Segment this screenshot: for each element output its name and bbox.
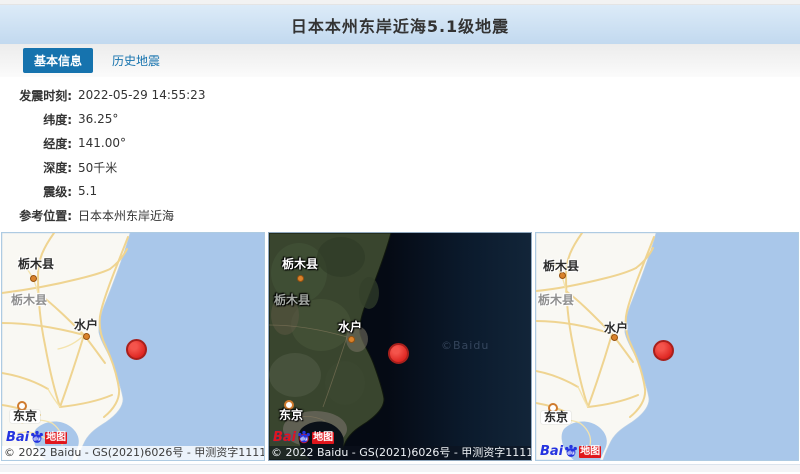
- map-label-tokyo: 东京: [10, 410, 40, 423]
- baidu-logo-text: Bai: [6, 431, 29, 444]
- map-label-mito: 水户: [604, 322, 628, 335]
- svg-text:du: du: [33, 437, 41, 443]
- map-label-mito: 水户: [338, 321, 362, 334]
- info-value: 36.25°: [78, 112, 118, 126]
- tab-basic-info[interactable]: 基本信息: [23, 48, 93, 73]
- map-label-tochigi-gray: 栃木县: [11, 294, 47, 307]
- map-label-tochigi: 栃木县: [18, 258, 54, 271]
- info-row-magnitude: 震级: 5.1: [0, 179, 800, 203]
- earthquake-info-panel: 发震时刻: 2022-05-29 14:55:23 纬度: 36.25° 经度:…: [0, 77, 800, 227]
- baidu-map-logo[interactable]: Bai du 地图: [540, 444, 601, 458]
- baidu-watermark: ©Baidu: [441, 339, 489, 352]
- map-label-tokyo: 东京: [541, 411, 571, 424]
- baidu-map-logo[interactable]: Bai du 地图: [273, 430, 334, 444]
- info-row-reference-location: 参考位置: 日本本州东岸近海: [0, 203, 800, 227]
- info-value: 141.00°: [78, 136, 126, 150]
- page-title: 日本本州东岸近海5.1级地震: [291, 13, 509, 37]
- info-label: 参考位置:: [0, 207, 72, 224]
- baidu-logo-map-text: 地图: [312, 432, 334, 444]
- epicenter-marker: [653, 340, 674, 361]
- map-label-tochigi: 栃木县: [543, 260, 579, 273]
- city-marker: [559, 272, 566, 279]
- svg-text:du: du: [300, 437, 308, 443]
- baidu-paw-icon: du: [564, 444, 578, 458]
- info-label: 震级:: [0, 183, 72, 200]
- epicenter-marker: [388, 343, 409, 364]
- page-header: 日本本州东岸近海5.1级地震: [0, 5, 800, 44]
- baidu-logo-map-text: 地图: [579, 446, 601, 458]
- city-marker: [297, 275, 304, 282]
- info-row-time: 发震时刻: 2022-05-29 14:55:23: [0, 83, 800, 107]
- info-row-longitude: 经度: 141.00°: [0, 131, 800, 155]
- baidu-logo-text: Bai: [540, 445, 563, 458]
- map-panels: 栃木县 栃木县 水户 东京 Bai du 地图 © 2022 Baidu - G…: [0, 232, 800, 461]
- tab-history-earthquakes[interactable]: 历史地震: [108, 48, 164, 73]
- baidu-paw-icon: du: [297, 430, 311, 444]
- map-copyright: © 2022 Baidu - GS(2021)6026号 - 甲测资字11111…: [269, 446, 531, 460]
- road-map-left[interactable]: 栃木县 栃木县 水户 东京 Bai du 地图 © 2022 Baidu - G…: [1, 232, 265, 461]
- bottom-strip: [0, 464, 800, 472]
- map-label-tokyo: 东京: [276, 409, 306, 422]
- satellite-map-middle[interactable]: 栃木县 栃木县 水户 东京 ©Baidu Bai du 地图 © 2022 Ba…: [268, 232, 532, 461]
- road-map-right[interactable]: 栃木县 栃木县 水户 东京 Bai du 地图: [535, 232, 799, 461]
- city-marker: [30, 275, 37, 282]
- info-row-latitude: 纬度: 36.25°: [0, 107, 800, 131]
- baidu-map-logo[interactable]: Bai du 地图: [6, 430, 67, 444]
- map-label-mito: 水户: [74, 319, 98, 332]
- map-label-tochigi-gray: 栃木县: [274, 294, 310, 307]
- info-label: 纬度:: [0, 111, 72, 128]
- baidu-logo-map-text: 地图: [45, 432, 67, 444]
- city-marker: [348, 336, 355, 343]
- baidu-logo-text: Bai: [273, 431, 296, 444]
- map-label-tochigi-gray: 栃木县: [538, 294, 574, 307]
- tab-bar: 基本信息 历史地震: [0, 44, 800, 77]
- city-marker: [83, 333, 90, 340]
- epicenter-marker: [126, 339, 147, 360]
- info-row-depth: 深度: 50千米: [0, 155, 800, 179]
- map-copyright: © 2022 Baidu - GS(2021)6026号 - 甲测资字11111…: [2, 446, 264, 460]
- info-value: 5.1: [78, 184, 97, 198]
- info-label: 深度:: [0, 159, 72, 176]
- info-label: 经度:: [0, 135, 72, 152]
- svg-text:du: du: [567, 451, 575, 457]
- map-label-tochigi: 栃木县: [282, 258, 318, 271]
- info-label: 发震时刻:: [0, 87, 72, 104]
- info-value: 2022-05-29 14:55:23: [78, 88, 205, 102]
- info-value: 日本本州东岸近海: [78, 207, 174, 224]
- baidu-paw-icon: du: [30, 430, 44, 444]
- city-marker: [611, 334, 618, 341]
- info-value: 50千米: [78, 159, 117, 176]
